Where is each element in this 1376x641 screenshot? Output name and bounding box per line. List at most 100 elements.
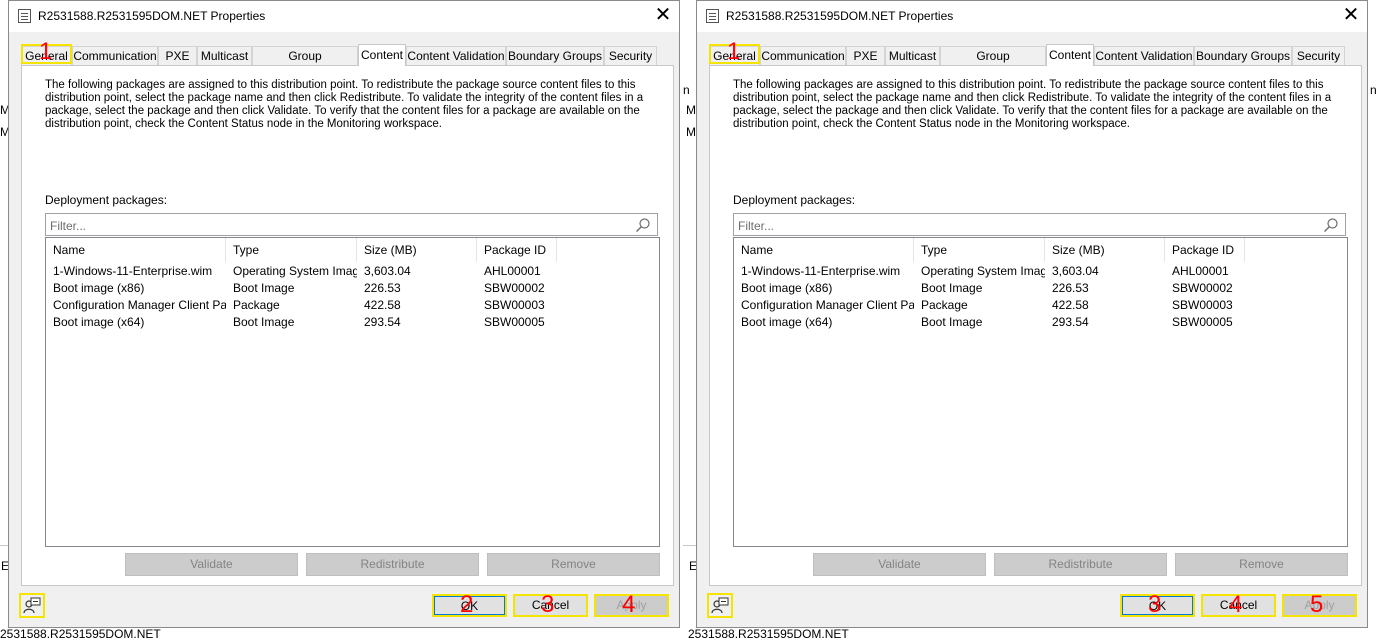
apply-button[interactable]: Apply: [1282, 594, 1357, 617]
title-bar[interactable]: R2531588.R2531595DOM.NET Properties ✕: [9, 1, 679, 32]
column-header-name[interactable]: Name: [46, 238, 226, 262]
tab-security[interactable]: Security: [1292, 46, 1345, 65]
dialog-title: R2531588.R2531595DOM.NET Properties: [726, 9, 954, 23]
cell-type: Boot Image: [233, 315, 295, 329]
cell-name: 1-Windows-11-Enterprise.wim: [741, 264, 901, 278]
table-row[interactable]: Boot image (x64) Boot Image 293.54 SBW00…: [46, 314, 659, 331]
cell-size: 226.53: [1052, 281, 1089, 295]
cell-type: Operating System Image: [233, 264, 357, 278]
redistribute-button[interactable]: Redistribute: [306, 553, 479, 576]
filter-input[interactable]: [48, 216, 632, 235]
deployment-packages-label: Deployment packages:: [733, 193, 856, 207]
table-row[interactable]: Boot image (x86) Boot Image 226.53 SBW00…: [46, 280, 659, 297]
tab-group-relationships[interactable]: Group Relationships: [252, 46, 358, 82]
packages-list[interactable]: Name Type Size (MB) Package ID 1-Windows…: [45, 237, 660, 547]
packages-list[interactable]: Name Type Size (MB) Package ID 1-Windows…: [733, 237, 1348, 547]
cell-size: 293.54: [364, 315, 401, 329]
cell-type: Boot Image: [921, 315, 983, 329]
table-row[interactable]: Boot image (x64) Boot Image 293.54 SBW00…: [734, 314, 1347, 331]
table-row[interactable]: 1-Windows-11-Enterprise.wim Operating Sy…: [734, 263, 1347, 280]
title-bar[interactable]: R2531588.R2531595DOM.NET Properties ✕: [697, 1, 1367, 32]
properties-dialog-right: R2531588.R2531595DOM.NET Properties ✕ Ge…: [696, 0, 1368, 628]
column-header-package-id[interactable]: Package ID: [1165, 238, 1245, 262]
cell-name: Boot image (x86): [741, 281, 833, 295]
cell-package-id: SBW00002: [1172, 281, 1233, 295]
ok-button[interactable]: OK: [1120, 594, 1195, 617]
column-header-name[interactable]: Name: [734, 238, 914, 262]
user-help-icon: [711, 597, 729, 614]
background-divider: [0, 545, 8, 546]
column-header-size[interactable]: Size (MB): [1045, 238, 1165, 262]
filter-box: [45, 213, 658, 236]
tab-pxe[interactable]: PXE: [846, 46, 885, 65]
description-text: The following packages are assigned to t…: [733, 79, 1332, 130]
cell-package-id: AHL00001: [484, 264, 541, 278]
cell-name: Boot image (x64): [741, 315, 833, 329]
cell-type: Package: [233, 298, 280, 312]
tab-boundary-groups[interactable]: Boundary Groups: [506, 46, 604, 65]
tab-pxe[interactable]: PXE: [158, 46, 197, 65]
properties-dialog-left: R2531588.R2531595DOM.NET Properties ✕ Ge…: [8, 0, 680, 628]
validate-button[interactable]: Validate: [125, 553, 298, 576]
cell-size: 422.58: [364, 298, 401, 312]
cell-name: Configuration Manager Client Pac...: [53, 298, 226, 312]
filter-box: [733, 213, 1346, 236]
help-button[interactable]: [19, 593, 45, 618]
list-header: Name Type Size (MB) Package ID: [734, 238, 1347, 262]
cell-type: Boot Image: [921, 281, 983, 295]
help-button[interactable]: [707, 593, 733, 618]
cancel-button[interactable]: Cancel: [513, 594, 588, 617]
tab-general[interactable]: General: [21, 46, 72, 65]
remove-button[interactable]: Remove: [1175, 553, 1348, 576]
tab-boundary-groups[interactable]: Boundary Groups: [1194, 46, 1292, 65]
tab-group-relationships[interactable]: Group Relationships: [940, 46, 1046, 82]
close-button[interactable]: ✕: [1337, 3, 1365, 29]
tab-content[interactable]: Content: [1046, 44, 1094, 66]
search-icon[interactable]: [635, 217, 651, 233]
cell-type: Boot Image: [233, 281, 295, 295]
cell-package-id: SBW00005: [484, 315, 545, 329]
tab-communication[interactable]: Communication: [72, 46, 158, 65]
list-header: Name Type Size (MB) Package ID: [46, 238, 659, 262]
cell-package-id: SBW00003: [484, 298, 545, 312]
tab-content[interactable]: Content: [358, 44, 406, 66]
validate-button[interactable]: Validate: [813, 553, 986, 576]
cell-name: Configuration Manager Client Pac...: [741, 298, 914, 312]
close-button[interactable]: ✕: [649, 3, 677, 29]
column-header-package-id[interactable]: Package ID: [477, 238, 557, 262]
tab-security[interactable]: Security: [604, 46, 657, 65]
cell-name: 1-Windows-11-Enterprise.wim: [53, 264, 213, 278]
cell-type: Operating System Image: [921, 264, 1045, 278]
content-tab-panel: The following packages are assigned to t…: [709, 65, 1362, 586]
cell-size: 422.58: [1052, 298, 1089, 312]
column-header-type[interactable]: Type: [226, 238, 357, 262]
cell-size: 293.54: [1052, 315, 1089, 329]
column-header-type[interactable]: Type: [914, 238, 1045, 262]
description-text: The following packages are assigned to t…: [45, 79, 644, 130]
redistribute-button[interactable]: Redistribute: [994, 553, 1167, 576]
tab-general[interactable]: General: [709, 46, 760, 65]
remove-button[interactable]: Remove: [487, 553, 660, 576]
cell-package-id: SBW00005: [1172, 315, 1233, 329]
cancel-button[interactable]: Cancel: [1201, 594, 1276, 617]
table-row[interactable]: Boot image (x86) Boot Image 226.53 SBW00…: [734, 280, 1347, 297]
background-status-text: 2531588.R2531595DOM.NET: [688, 627, 849, 641]
table-row[interactable]: Configuration Manager Client Pac... Pack…: [46, 297, 659, 314]
cell-size: 3,603.04: [364, 264, 411, 278]
table-row[interactable]: Configuration Manager Client Pac... Pack…: [734, 297, 1347, 314]
search-icon[interactable]: [1323, 217, 1339, 233]
cell-name: Boot image (x64): [53, 315, 145, 329]
tab-communication[interactable]: Communication: [760, 46, 846, 65]
apply-button[interactable]: Apply: [594, 594, 669, 617]
cell-package-id: SBW00002: [484, 281, 545, 295]
filter-input[interactable]: [736, 216, 1320, 235]
tab-multicast[interactable]: Multicast: [197, 46, 252, 65]
tab-content-validation[interactable]: Content Validation: [1094, 46, 1194, 65]
tab-multicast[interactable]: Multicast: [885, 46, 940, 65]
column-header-size[interactable]: Size (MB): [357, 238, 477, 262]
tab-content-validation[interactable]: Content Validation: [406, 46, 506, 65]
background-text-m3: M: [686, 103, 696, 117]
cell-size: 3,603.04: [1052, 264, 1099, 278]
table-row[interactable]: 1-Windows-11-Enterprise.wim Operating Sy…: [46, 263, 659, 280]
ok-button[interactable]: OK: [432, 594, 507, 617]
